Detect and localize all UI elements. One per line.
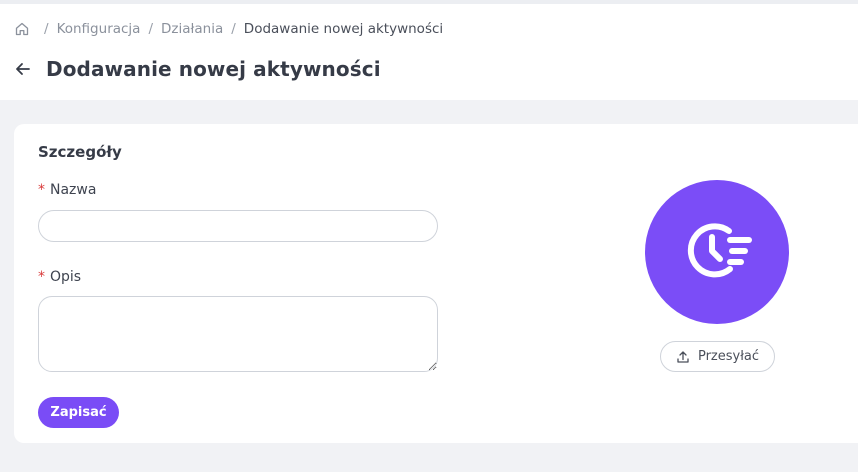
name-label-text: Nazwa xyxy=(50,182,97,198)
breadcrumb-current: Dodawanie nowej aktywności xyxy=(243,21,444,37)
required-marker: * xyxy=(38,269,45,285)
save-button[interactable]: Zapisać xyxy=(38,397,119,428)
breadcrumb-separator: / xyxy=(231,21,236,37)
page-title: Dodawanie nowej aktywności xyxy=(46,57,381,81)
breadcrumb-item-dzialania[interactable]: Działania xyxy=(161,21,223,37)
upload-button[interactable]: Przesyłać xyxy=(660,341,775,372)
breadcrumb-separator: / xyxy=(44,21,49,37)
section-title: Szczegóły xyxy=(38,143,122,161)
title-row: Dodawanie nowej aktywności xyxy=(12,54,381,84)
name-field[interactable] xyxy=(38,210,438,242)
home-icon[interactable] xyxy=(14,21,30,37)
clock-list-icon xyxy=(679,212,755,292)
breadcrumb-item-konfiguracja[interactable]: Konfiguracja xyxy=(57,21,141,37)
activity-avatar xyxy=(645,180,789,324)
description-field[interactable] xyxy=(38,296,438,372)
page-header: / Konfiguracja / Działania / Dodawanie n… xyxy=(0,0,858,100)
upload-label: Przesyłać xyxy=(697,349,760,364)
name-label: * Nazwa xyxy=(38,182,96,198)
upload-icon xyxy=(676,350,690,364)
arrow-left-icon[interactable] xyxy=(12,58,34,80)
breadcrumb-separator: / xyxy=(148,21,154,37)
details-card: Szczegóły * Nazwa * Opis Zapisać Przesyłać xyxy=(14,124,858,443)
breadcrumb: / Konfiguracja / Działania / Dodawanie n… xyxy=(14,18,443,40)
description-label: * Opis xyxy=(38,269,81,285)
required-marker: * xyxy=(38,182,45,198)
description-label-text: Opis xyxy=(50,269,82,285)
